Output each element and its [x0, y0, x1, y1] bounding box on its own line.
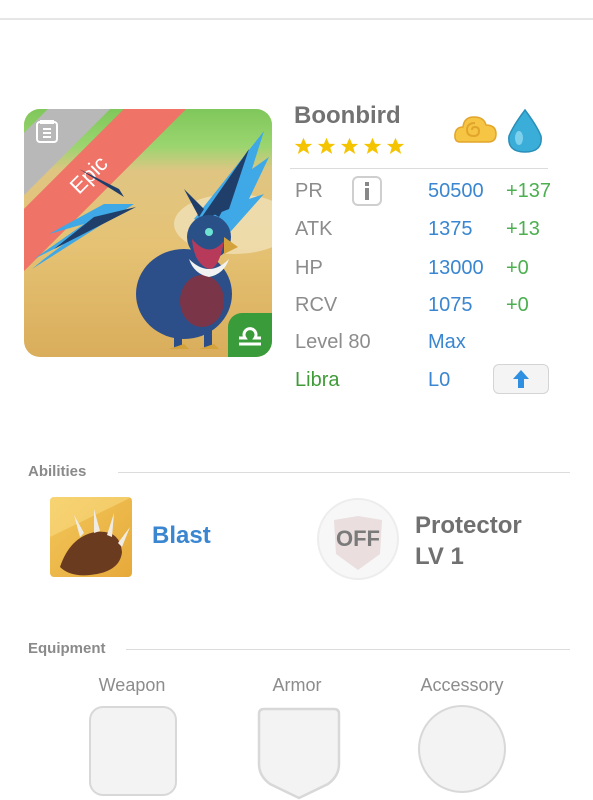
stats-divider — [290, 168, 548, 169]
abilities-heading: Abilities — [28, 463, 87, 480]
stat-value-hp: 13000 — [428, 257, 484, 279]
stat-value-pr: 50500 — [428, 180, 484, 202]
stat-label-rcv: RCV — [295, 294, 338, 316]
passive-ability-level: LV 1 — [415, 543, 464, 570]
armor-slot[interactable] — [256, 706, 342, 800]
paw-icon — [50, 497, 132, 576]
libra-icon — [239, 327, 261, 346]
passive-ability-name[interactable]: Protector LV 1 — [415, 510, 522, 572]
upgrade-button[interactable] — [493, 364, 549, 394]
off-badge-text: OFF — [336, 526, 380, 551]
armor-label: Armor — [272, 675, 322, 695]
stat-label-atk: ATK — [295, 218, 333, 240]
star-icon — [386, 137, 405, 154]
stat-label-hp: HP — [295, 257, 323, 279]
level-value: Max — [428, 331, 466, 353]
active-ability-name[interactable]: Blast — [152, 522, 211, 550]
info-icon — [365, 182, 369, 200]
star-rating — [293, 136, 406, 157]
star-icon — [317, 137, 336, 154]
water-drop-icon — [508, 108, 542, 153]
light-cloud-icon — [454, 116, 497, 143]
constellation-level: L0 — [428, 369, 451, 391]
constellation-label: Libra — [295, 369, 340, 391]
monster-name: Boonbird — [294, 102, 401, 129]
passive-ability-icon[interactable]: OFF — [316, 498, 400, 580]
top-divider — [0, 18, 593, 20]
star-icon — [294, 137, 313, 154]
stat-bonus-atk: +13 — [506, 218, 540, 240]
stat-bonus-rcv: +0 — [506, 294, 529, 316]
stat-value-rcv: 1075 — [428, 294, 473, 316]
passive-ability-title: Protector — [415, 512, 522, 539]
stat-label-pr: PR — [295, 180, 323, 202]
active-ability-icon[interactable] — [50, 497, 132, 577]
accessory-slot[interactable] — [418, 705, 506, 793]
monster-portrait: Epic — [24, 109, 272, 357]
equipment-heading: Equipment — [28, 640, 106, 657]
equipment-divider — [126, 649, 570, 650]
stat-bonus-hp: +0 — [506, 257, 529, 279]
stat-bonus-pr: +137 — [506, 180, 552, 202]
stat-value-atk: 1375 — [428, 218, 473, 240]
weapon-slot[interactable] — [89, 706, 177, 796]
accessory-label: Accessory — [420, 675, 504, 695]
abilities-divider — [118, 472, 570, 473]
star-icon — [340, 137, 359, 154]
pr-info-button[interactable] — [352, 176, 382, 206]
star-icon — [363, 137, 382, 154]
arrow-up-icon — [513, 370, 529, 388]
level-label: Level 80 — [295, 331, 371, 353]
libra-badge — [228, 313, 272, 357]
weapon-label: Weapon — [98, 675, 166, 695]
